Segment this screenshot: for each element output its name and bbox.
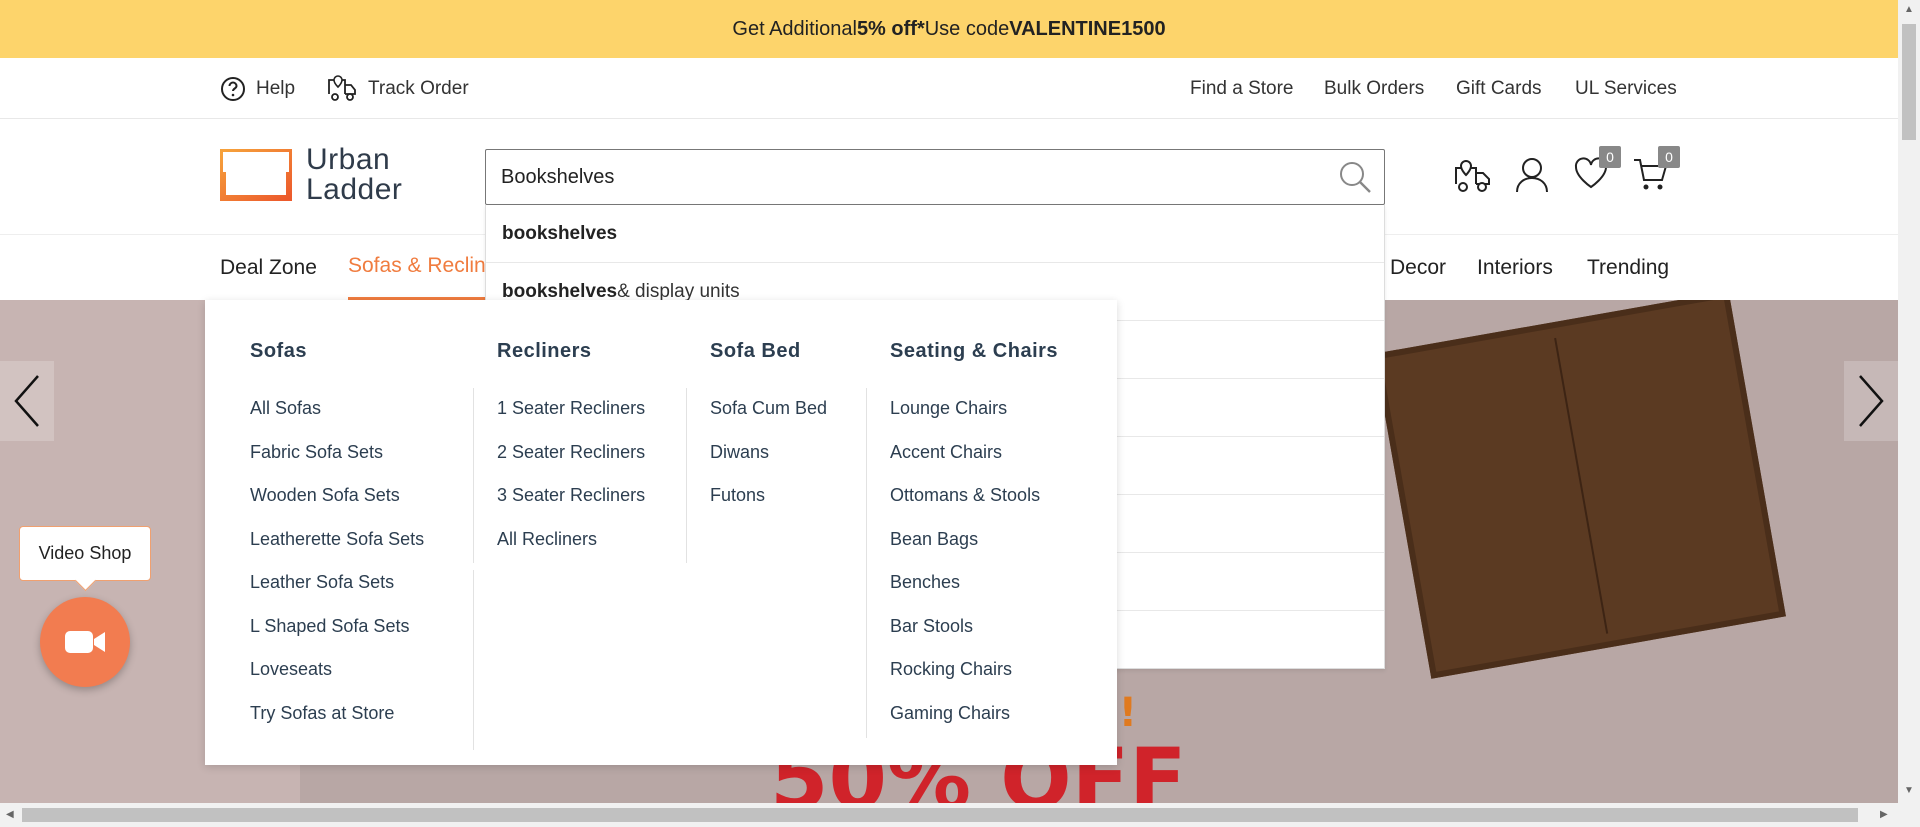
scroll-right-arrow-icon[interactable]: ▶ [1880,809,1888,820]
mega-divider [686,388,687,563]
mega-link[interactable]: All Sofas [250,398,321,419]
mega-link[interactable]: L Shaped Sofa Sets [250,616,409,637]
gift-cards-label: Gift Cards [1456,77,1542,99]
mega-link[interactable]: 1 Seater Recliners [497,398,645,419]
search-box [485,149,1385,205]
mega-divider [473,388,474,563]
horizontal-scroll-thumb[interactable] [22,808,1858,822]
suggestion-item[interactable]: bookshelves [486,205,1384,263]
track-order-label: Track Order [368,77,469,99]
video-shop-label[interactable]: Video Shop [19,526,151,581]
mega-link[interactable]: Benches [890,572,960,593]
utility-bar: Help Track Order Find a Store Bulk Order… [0,58,1898,119]
mega-link[interactable]: 3 Seater Recliners [497,485,645,506]
promo-code: VALENTINE1500 [1009,17,1166,40]
bulk-orders-label: Bulk Orders [1324,77,1425,99]
delivery-truck-icon [328,74,356,101]
nav-trending[interactable]: Trending [1587,235,1669,300]
mega-link[interactable]: Fabric Sofa Sets [250,442,383,463]
help-label: Help [256,77,296,99]
hero-prev-arrow[interactable] [0,361,54,441]
promo-prefix: Get Additional [732,17,857,40]
nav-interiors[interactable]: Interiors [1477,235,1553,300]
mega-heading-sofa-bed[interactable]: Sofa Bed [710,340,801,363]
video-camera-icon [65,631,105,653]
ul-services-link[interactable]: UL Services [1575,58,1677,119]
chevron-right-icon [1859,375,1884,427]
store-locator-icon[interactable] [1453,156,1493,201]
vertical-scrollbar[interactable]: ▲ ▼ [1898,0,1920,803]
video-shop-button[interactable] [40,597,130,687]
chevron-left-icon [14,375,39,427]
mega-heading-recliners[interactable]: Recliners [497,340,592,363]
mega-link[interactable]: Accent Chairs [890,442,1002,463]
scroll-left-arrow-icon[interactable]: ◀ [6,809,14,820]
mega-link[interactable]: Bar Stools [890,616,973,637]
account-icon[interactable] [1514,156,1550,199]
suggestion-bold: bookshelves [502,222,618,244]
logo-line1: Urban [306,143,391,176]
mega-link[interactable]: Rocking Chairs [890,659,1012,680]
mega-link[interactable]: Leather Sofa Sets [250,572,394,593]
mega-divider [473,570,474,750]
nav-decor[interactable]: Decor [1390,235,1446,300]
wishlist-count-badge: 0 [1599,146,1621,168]
mega-link[interactable]: Try Sofas at Store [250,703,394,724]
promo-banner: Get Additional 5% off* Use code VALENTIN… [0,0,1898,58]
wishlist-icon[interactable]: 0 [1573,146,1621,195]
mega-heading-sofas[interactable]: Sofas [250,340,307,363]
horizontal-scrollbar[interactable]: ◀ ▶ [0,803,1920,827]
nav-deal-zone[interactable]: Deal Zone [220,235,317,300]
search-input[interactable] [486,150,1306,204]
mega-link[interactable]: Leatherette Sofa Sets [250,529,424,550]
brand-logo[interactable]: Urban Ladder [220,145,402,205]
mega-divider [866,388,867,738]
sofas-mega-menu: Sofas All Sofas Fabric Sofa Sets Wooden … [205,300,1117,765]
gift-cards-link[interactable]: Gift Cards [1456,58,1542,119]
scroll-down-arrow-icon[interactable]: ▼ [1904,785,1914,796]
cart-icon[interactable]: 0 [1632,146,1680,197]
help-icon [221,76,245,101]
logo-mark-icon [220,149,292,201]
mega-link[interactable]: Ottomans & Stools [890,485,1040,506]
mega-link[interactable]: All Recliners [497,529,597,550]
bulk-orders-link[interactable]: Bulk Orders [1324,58,1424,119]
mega-link[interactable]: Loveseats [250,659,332,680]
promo-discount: 5% off* [856,17,925,40]
find-store-link[interactable]: Find a Store [1190,58,1294,119]
mega-link[interactable]: Wooden Sofa Sets [250,485,400,506]
logo-line2: Ladder [306,173,403,206]
hero-cabinet-image [1374,300,1786,679]
mega-link[interactable]: Gaming Chairs [890,703,1010,724]
help-link[interactable]: Help [220,58,295,119]
vertical-scroll-thumb[interactable] [1902,24,1916,140]
mega-link[interactable]: Bean Bags [890,529,978,550]
logo-text: Urban Ladder [306,145,402,205]
find-store-label: Find a Store [1190,77,1294,99]
mega-link[interactable]: Sofa Cum Bed [710,398,827,419]
cart-count-badge: 0 [1658,146,1680,168]
track-order-link[interactable]: Track Order [326,58,469,119]
mega-link[interactable]: 2 Seater Recliners [497,442,645,463]
mega-heading-seating-chairs[interactable]: Seating & Chairs [890,340,1058,363]
scroll-up-arrow-icon[interactable]: ▲ [1904,4,1914,15]
mega-link[interactable]: Diwans [710,442,769,463]
ul-services-label: UL Services [1575,77,1677,99]
search-icon[interactable] [1338,160,1372,199]
mega-link[interactable]: Lounge Chairs [890,398,1007,419]
nav-sofas-recliners[interactable]: Sofas & Reclin [348,235,488,300]
promo-middle: Use code [924,17,1010,40]
mega-link[interactable]: Futons [710,485,765,506]
hero-next-arrow[interactable] [1844,361,1898,441]
